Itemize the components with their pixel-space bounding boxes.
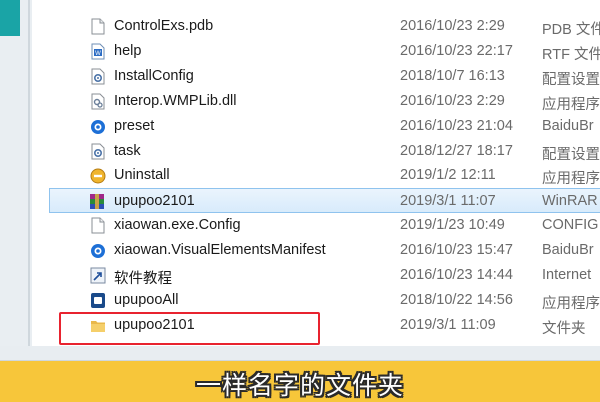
file-modified-date: 2019/3/1 11:09 <box>400 316 496 333</box>
rtf-document-icon: W <box>90 43 106 60</box>
file-modified-date: 2018/12/27 18:17 <box>400 142 513 159</box>
file-row[interactable]: Whelp 2016/10/23 22:17 RTF 文件 <box>50 39 600 64</box>
file-row[interactable]: InstallConfig 2018/10/7 16:13 配置设置 <box>50 64 600 89</box>
file-modified-date: 2019/1/2 12:11 <box>400 167 496 184</box>
left-frame <box>0 0 32 358</box>
config-settings-icon <box>90 143 106 160</box>
file-name: help <box>114 42 142 59</box>
file-name: preset <box>114 117 155 134</box>
file-type: CONFIG <box>542 217 599 234</box>
file-row[interactable]: upupooAll 2018/10/22 14:56 应用程序 <box>50 288 600 313</box>
uninstall-icon <box>90 167 106 184</box>
file-type: 文件夹 <box>542 320 586 337</box>
file-name: 软件教程 <box>114 271 172 287</box>
file-type: 配置设置 <box>542 71 600 88</box>
file-name: upupoo2101 <box>114 193 195 210</box>
file-name: Interop.WMPLib.dll <box>114 92 237 109</box>
file-modified-date: 2016/10/23 2:29 <box>400 18 505 34</box>
file-row[interactable]: Uninstall 2019/1/2 12:11 应用程序 <box>50 163 600 188</box>
dll-extension-icon <box>90 93 106 110</box>
pane-divider <box>28 0 30 358</box>
file-row[interactable]: preset 2016/10/23 21:04 BaiduBr <box>50 114 600 139</box>
config-settings-icon <box>90 68 106 85</box>
file-modified-date: 2016/10/23 15:47 <box>400 242 513 259</box>
file-name: upupooAll <box>114 291 179 308</box>
file-type: 应用程序 <box>542 96 600 113</box>
file-name: xiaowan.VisualElementsManifest <box>114 242 326 259</box>
file-type: BaiduBr <box>542 117 594 134</box>
svg-text:W: W <box>95 51 101 57</box>
file-row[interactable]: task 2018/12/27 18:17 配置设置 <box>50 139 600 164</box>
file-modified-date: 2018/10/7 16:13 <box>400 67 505 84</box>
baidu-browser-icon <box>90 242 106 259</box>
file-type: WinRAR <box>542 193 598 210</box>
file-modified-date: 2016/10/23 2:29 <box>400 92 505 109</box>
file-name: Uninstall <box>114 167 170 184</box>
file-modified-date: 2019/1/23 10:49 <box>400 217 505 234</box>
file-type: Internet <box>542 267 592 283</box>
file-type: RTF 文件 <box>542 46 600 63</box>
file-name: task <box>114 142 141 159</box>
file-name: ControlExs.pdb <box>114 18 214 34</box>
status-bar <box>0 346 600 361</box>
file-row[interactable]: 软件教程 2016/10/23 14:44 Internet <box>50 263 600 288</box>
file-row[interactable]: upupoo2101 2019/3/1 11:07 WinRAR <box>49 188 600 214</box>
generic-file-icon <box>90 18 106 35</box>
file-type: PDB 文件 <box>542 22 600 38</box>
internet-shortcut-icon <box>90 267 106 284</box>
winrar-archive-icon <box>89 193 105 210</box>
file-name: xiaowan.exe.Config <box>114 217 241 234</box>
file-modified-date: 2019/3/1 11:07 <box>400 193 496 210</box>
file-row[interactable]: xiaowan.VisualElementsManifest 2016/10/23… <box>50 238 600 263</box>
window-edge-accent <box>0 0 20 36</box>
file-name: InstallConfig <box>114 67 194 84</box>
video-caption: 一样名字的文件夹 <box>195 372 404 400</box>
file-type: BaiduBr <box>542 242 594 259</box>
file-type: 应用程序 <box>542 171 600 188</box>
file-type: 应用程序 <box>542 295 600 312</box>
file-type: 配置设置 <box>542 146 600 163</box>
file-row[interactable]: Interop.WMPLib.dll 2016/10/23 2:29 应用程序 <box>50 89 600 114</box>
file-modified-date: 2016/10/23 21:04 <box>400 117 513 134</box>
baidu-browser-icon <box>90 118 106 135</box>
file-row[interactable]: ControlExs.pdb 2016/10/23 2:29 PDB 文件 <box>50 14 600 39</box>
file-modified-date: 2016/10/23 22:17 <box>400 42 513 59</box>
file-modified-date: 2016/10/23 14:44 <box>400 267 513 283</box>
file-row[interactable]: xiaowan.exe.Config 2019/1/23 10:49 CONFIG <box>50 213 600 238</box>
blank-file-icon <box>90 217 106 234</box>
highlight-annotation-box <box>59 312 320 345</box>
file-modified-date: 2018/10/22 14:56 <box>400 291 513 308</box>
app-executable-icon <box>90 292 106 309</box>
